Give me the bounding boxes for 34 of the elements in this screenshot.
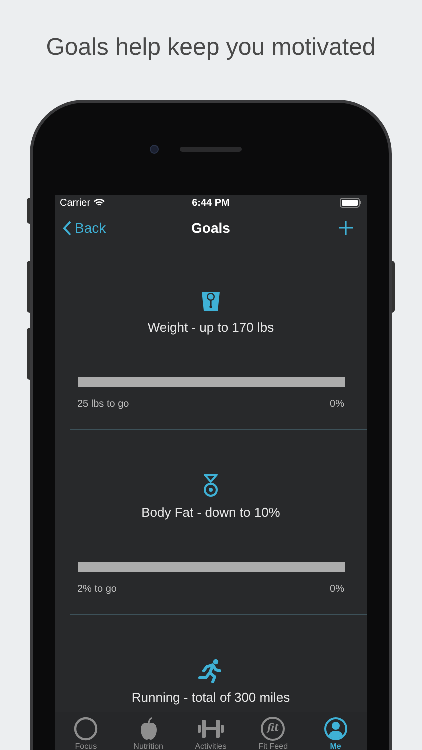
battery-icon [340,198,362,208]
tab-item[interactable]: Me [308,717,364,750]
ring-icon [74,717,98,741]
tab-item[interactable]: fit Fit Feed [245,717,302,750]
medal-icon [203,474,219,498]
chevron-left-icon [63,220,72,236]
remaining-label: 2% to go [78,584,117,596]
back-button[interactable]: Back [63,218,133,238]
tab-item[interactable]: Focus [58,717,114,750]
wifi-icon [94,199,105,207]
headline: Goals help keep you motivated [46,33,376,63]
tab-item[interactable]: Nutrition [120,717,177,750]
camera-icon [150,145,159,154]
percent-label: 0% [330,399,344,411]
carrier-label: Carrier [60,196,91,210]
dumbbell-icon [196,717,225,741]
side-button[interactable] [27,328,30,380]
speaker-grille [180,147,242,152]
goal-title: Body Fat - down to 10% [142,504,280,522]
side-button[interactable] [27,198,30,224]
side-button[interactable] [392,261,395,313]
remaining-label: 25 lbs to go [78,399,130,411]
screen-title: Goals [192,218,230,238]
profile-icon [324,717,348,741]
clock: 6:44 PM [192,196,230,210]
goal-title: Running - total of 300 miles [132,689,290,707]
percent-label: 0% [330,584,344,596]
goal-title: Weight - up to 170 lbs [148,319,274,337]
side-button[interactable] [27,261,30,313]
scale-icon [199,289,223,313]
add-icon[interactable] [339,221,353,235]
tab-item[interactable]: Activities [182,717,239,750]
runner-icon [198,659,224,683]
fit-logo-icon: fit [261,717,286,741]
